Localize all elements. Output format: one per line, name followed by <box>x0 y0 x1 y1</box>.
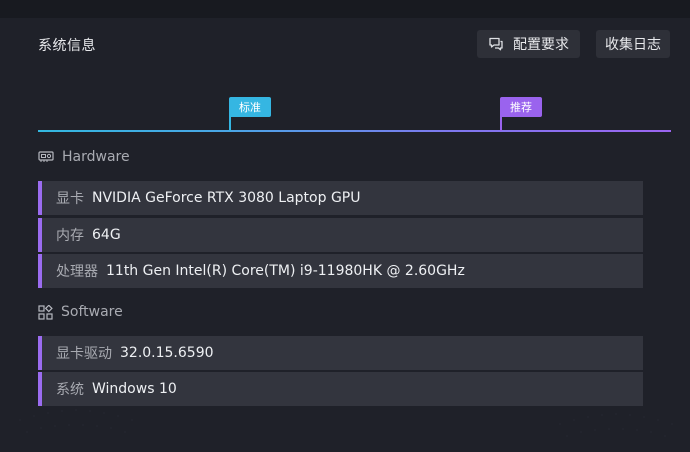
software-row-driver: 显卡驱动 32.0.15.6590 <box>38 336 643 370</box>
apps-grid-icon <box>38 304 53 320</box>
graphics-card-icon <box>38 151 54 162</box>
standard-marker-stem <box>229 115 231 131</box>
row-value: 11th Gen Intel(R) Core(TM) i9-11980HK @ … <box>106 263 465 279</box>
requirements-button-label: 配置要求 <box>513 37 569 53</box>
software-section-heading: Software <box>38 304 123 320</box>
chat-bubble-icon <box>489 37 503 51</box>
hardware-section-heading: Hardware <box>38 149 130 165</box>
software-heading-label: Software <box>61 304 123 320</box>
title-bar-strip <box>0 0 690 18</box>
hardware-row-memory: 内存 64G <box>38 218 643 252</box>
recommended-marker-stem <box>500 115 502 131</box>
row-key: 显卡驱动 <box>56 346 112 362</box>
row-key: 处理器 <box>56 264 98 280</box>
hardware-row-cpu: 处理器 11th Gen Intel(R) Core(TM) i9-11980H… <box>38 254 643 288</box>
collect-log-button[interactable]: 收集日志 <box>596 30 670 58</box>
row-value: 32.0.15.6590 <box>120 345 214 361</box>
collect-log-button-label: 收集日志 <box>605 37 661 53</box>
hardware-heading-label: Hardware <box>62 149 130 165</box>
hardware-row-gpu: 显卡 NVIDIA GeForce RTX 3080 Laptop GPU <box>38 181 643 215</box>
row-value: NVIDIA GeForce RTX 3080 Laptop GPU <box>92 190 361 206</box>
standard-tag: 标准 <box>229 97 271 117</box>
tier-track <box>38 130 671 132</box>
requirements-button[interactable]: 配置要求 <box>477 30 580 58</box>
recommended-tag: 推荐 <box>500 97 542 117</box>
page-title: 系统信息 <box>38 38 96 54</box>
decorative-wave-pattern <box>19 409 673 437</box>
row-key: 显卡 <box>56 191 84 207</box>
row-key: 内存 <box>56 228 84 244</box>
row-value: 64G <box>92 227 121 243</box>
